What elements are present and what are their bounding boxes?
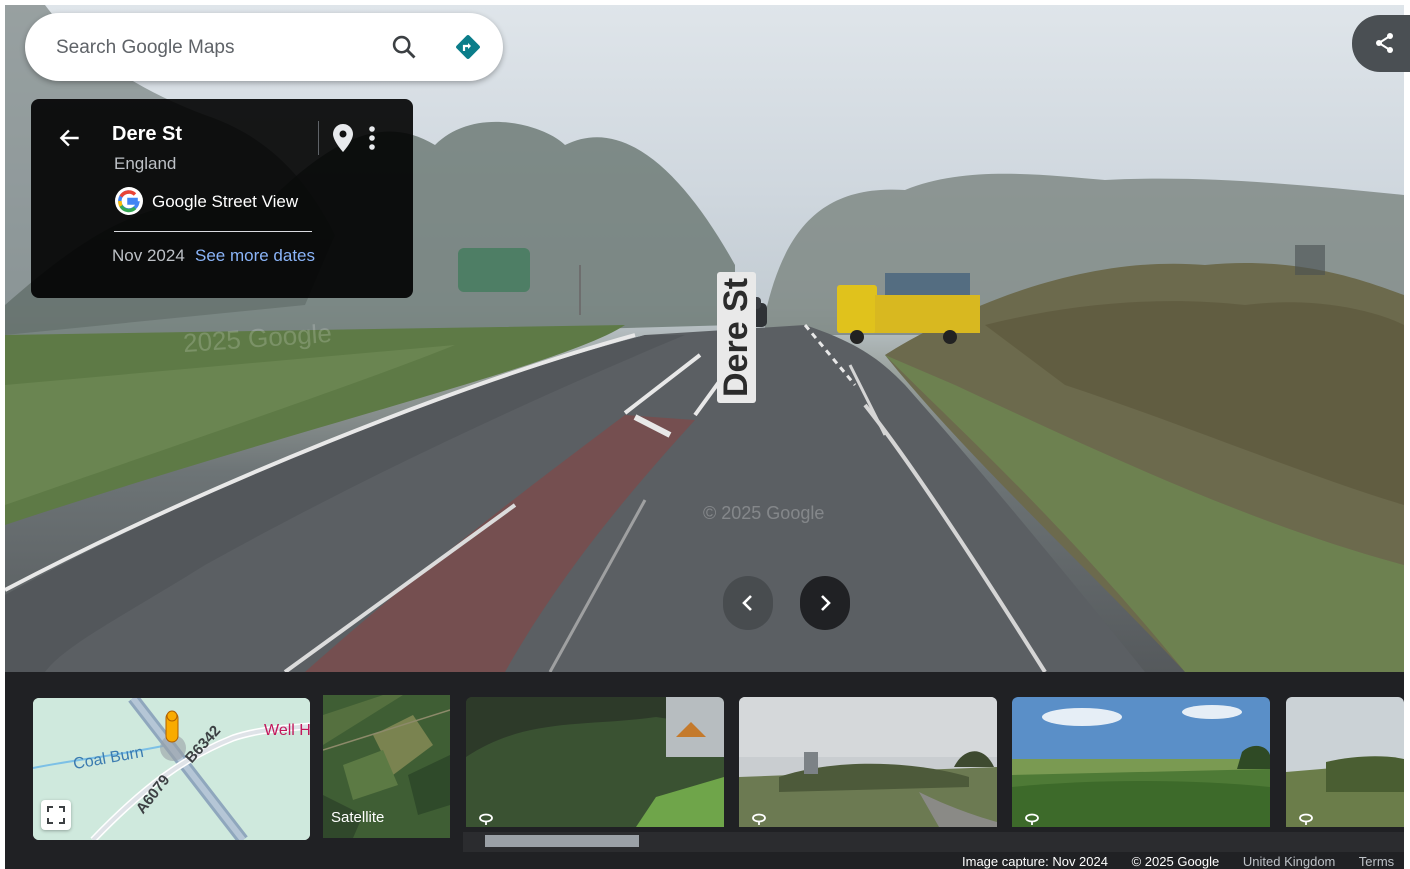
share-button[interactable] — [1352, 15, 1410, 72]
directions-icon[interactable] — [453, 32, 483, 62]
photo-thumbnail[interactable] — [1012, 697, 1270, 827]
panorama-360-icon — [1299, 813, 1313, 825]
panorama-360-icon — [1025, 813, 1039, 825]
provider-label: Google Street View — [152, 192, 299, 211]
fullscreen-button[interactable] — [41, 800, 71, 830]
thumbnail-image — [466, 697, 724, 827]
panorama-360-icon — [752, 813, 766, 825]
thumbnail-image — [1286, 697, 1404, 827]
photo-thumbnail[interactable] — [1286, 697, 1404, 827]
divider — [318, 121, 319, 155]
panorama-360-icon — [479, 813, 493, 825]
back-arrow-icon[interactable] — [57, 125, 83, 151]
scrollbar-thumb[interactable] — [485, 835, 639, 847]
search-icon[interactable] — [390, 33, 418, 61]
thumbnail-scrollbar[interactable] — [463, 832, 1404, 852]
fullscreen-icon — [47, 806, 65, 824]
see-more-dates-link[interactable]: See more dates — [195, 246, 315, 266]
terms-link[interactable]: Terms — [1359, 854, 1394, 869]
satellite-toggle[interactable]: Satellite — [323, 695, 450, 838]
share-icon — [1376, 33, 1393, 53]
map-label: Well H — [264, 722, 310, 739]
place-subtitle: England — [114, 154, 177, 173]
photo-thumbnail[interactable] — [739, 697, 997, 827]
thumbnail-image — [739, 697, 997, 827]
capture-date: Nov 2024 — [112, 246, 185, 265]
pin-icon[interactable] — [332, 123, 354, 153]
more-vert-icon[interactable] — [367, 125, 377, 153]
footer: Image capture: Nov 2024 © 2025 Google Un… — [962, 854, 1404, 869]
image-capture-text: Image capture: Nov 2024 — [962, 854, 1108, 869]
search-box[interactable]: Search Google Maps — [25, 13, 503, 81]
photo-thumbnail[interactable] — [466, 697, 724, 827]
place-title: Dere St — [112, 123, 183, 145]
satellite-label: Satellite — [331, 809, 385, 826]
google-logo-icon — [115, 187, 143, 215]
photo-strip: Coal Burn B6342 A6079 Well H Satellite I… — [5, 672, 1404, 869]
search-input[interactable]: Search Google Maps — [56, 37, 235, 59]
mini-map[interactable]: Coal Burn B6342 A6079 Well H — [33, 698, 310, 840]
chevron-left-icon — [742, 595, 752, 611]
watermark: © 2025 Google — [703, 503, 825, 523]
next-photo-button[interactable] — [800, 576, 850, 630]
copyright-text: © 2025 Google — [1131, 854, 1220, 869]
region-link[interactable]: United Kingdom — [1243, 854, 1336, 869]
place-info-card: Dere St England Google Street View Nov 2… — [31, 99, 413, 298]
road-label: Dere St — [717, 271, 756, 403]
previous-photo-button[interactable] — [723, 576, 773, 630]
divider — [114, 231, 312, 232]
chevron-right-icon — [821, 595, 831, 611]
thumbnail-image — [1012, 697, 1270, 827]
